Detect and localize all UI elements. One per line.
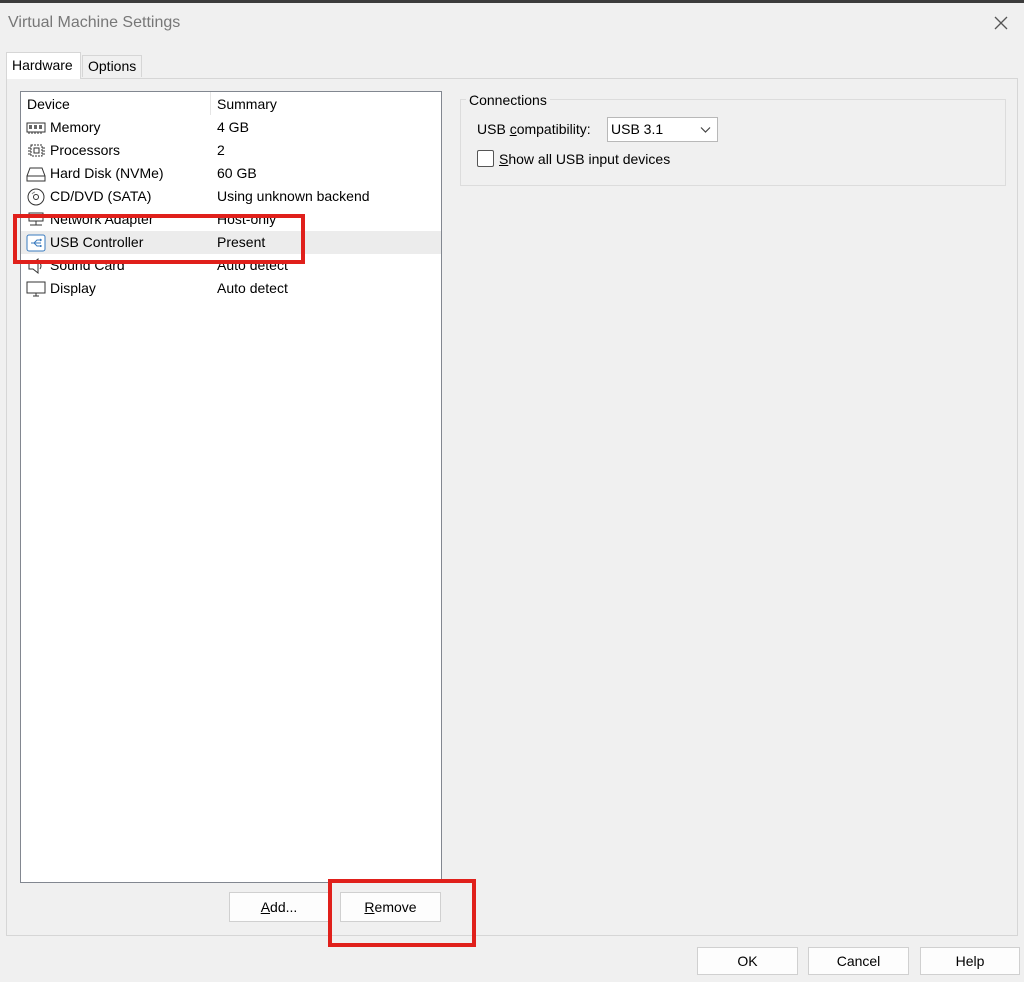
column-separator[interactable] (210, 92, 211, 115)
usb-compatibility-select[interactable]: USB 3.1 (607, 117, 718, 142)
usb-label-prefix: USB (477, 121, 510, 137)
usb-compatibility-value: USB 3.1 (611, 121, 664, 137)
device-row-processors[interactable]: Processors 2 (21, 139, 441, 162)
display-icon (26, 280, 46, 298)
device-summary: Host-only (217, 211, 277, 227)
device-summary: Auto detect (217, 280, 288, 296)
connections-group-title: Connections (466, 92, 550, 108)
device-list-header: Device Summary (21, 92, 441, 116)
ok-button[interactable]: OK (697, 947, 798, 975)
device-name: Memory (50, 119, 101, 135)
usb-compatibility-label: USB compatibility: (477, 121, 591, 137)
device-summary: 60 GB (217, 165, 257, 181)
column-header-summary[interactable]: Summary (217, 96, 277, 112)
processor-icon (26, 142, 46, 160)
column-header-device[interactable]: Device (27, 96, 70, 112)
device-name: CD/DVD (SATA) (50, 188, 152, 204)
device-name: Display (50, 280, 96, 296)
device-summary: Auto detect (217, 257, 288, 273)
tab-options[interactable]: Options (82, 55, 142, 77)
cancel-button[interactable]: Cancel (808, 947, 909, 975)
cd-dvd-icon (26, 188, 46, 206)
device-name: Hard Disk (NVMe) (50, 165, 164, 181)
device-row-hard-disk[interactable]: Hard Disk (NVMe) 60 GB (21, 162, 441, 185)
usb-label-suffix: ompatibility: (516, 121, 591, 137)
device-row-usb-controller[interactable]: USB Controller Present (21, 231, 441, 254)
device-row-cd-dvd[interactable]: CD/DVD (SATA) Using unknown backend (21, 185, 441, 208)
remove-button[interactable]: Remove (340, 892, 441, 922)
device-list[interactable]: Device Summary Memory 4 GB Processors 2 … (20, 91, 442, 883)
help-button[interactable]: Help (920, 947, 1020, 975)
device-summary: 2 (217, 142, 225, 158)
remove-label-accelerator: R (364, 899, 375, 915)
device-row-display[interactable]: Display Auto detect (21, 277, 441, 300)
usb-label-accelerator: c (509, 121, 517, 137)
show-all-usb-label[interactable]: Show all USB input devices (499, 151, 670, 167)
usb-icon (26, 234, 46, 252)
title-bar: Virtual Machine Settings (0, 3, 1024, 43)
window-title: Virtual Machine Settings (8, 14, 181, 31)
chevron-down-icon (700, 127, 711, 133)
remove-label-suffix: emove (374, 899, 417, 915)
show-all-label-accelerator: S (499, 151, 509, 167)
close-icon (994, 16, 1008, 30)
device-row-network-adapter[interactable]: Network Adapter Host-only (21, 208, 441, 231)
device-name: Sound Card (50, 257, 125, 273)
device-name: USB Controller (50, 234, 144, 250)
device-name: Processors (50, 142, 121, 158)
sound-card-icon (26, 257, 46, 275)
device-name: Network Adapter (50, 211, 154, 227)
show-all-label-suffix: how all USB input devices (508, 151, 671, 167)
tab-hardware[interactable]: Hardware (6, 52, 81, 79)
add-button[interactable]: Add... (229, 892, 329, 922)
device-summary: Present (217, 234, 266, 250)
device-row-sound-card[interactable]: Sound Card Auto detect (21, 254, 441, 277)
hard-disk-icon (26, 165, 46, 183)
close-button[interactable] (978, 3, 1024, 43)
connections-groupbox (460, 99, 1006, 186)
memory-icon (26, 119, 46, 137)
add-label-accelerator: A (260, 899, 271, 915)
add-label-suffix: dd... (270, 899, 298, 915)
device-row-memory[interactable]: Memory 4 GB (21, 116, 441, 139)
device-summary: 4 GB (217, 119, 249, 135)
network-adapter-icon (26, 211, 46, 229)
device-summary: Using unknown backend (217, 188, 370, 204)
show-all-usb-checkbox[interactable] (477, 150, 494, 167)
